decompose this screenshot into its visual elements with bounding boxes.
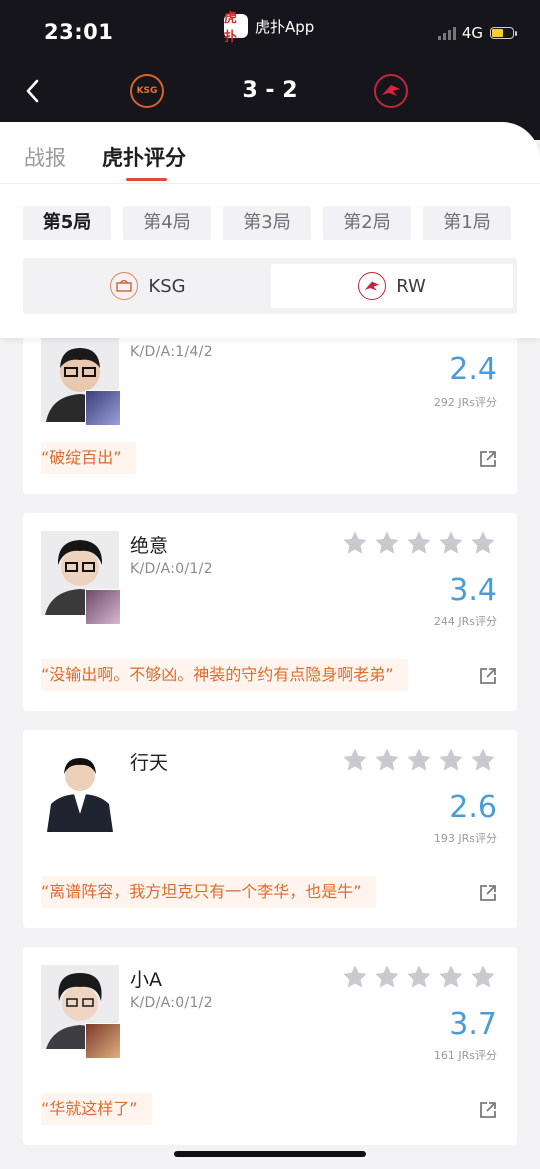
player-card[interactable]: 绝意 K/D/A:0/1/2 3.4 244 JRs评分 “没输出啊。不够凶。神…	[23, 513, 517, 711]
rw-logo-icon	[358, 272, 387, 300]
player-kda: K/D/A:1/4/2	[130, 344, 213, 360]
hero-icon	[85, 589, 121, 625]
match-header: 23:01 虎扑 虎扑App 4G KSG 3 - 2	[0, 0, 540, 140]
star-icon[interactable]	[405, 746, 433, 774]
star-icon[interactable]	[469, 746, 497, 774]
status-time: 23:01	[44, 20, 114, 44]
top-comment[interactable]: “没输出啊。不够凶。神装的守约有点隐身啊老弟”	[41, 659, 408, 691]
star-rating-input[interactable]	[341, 529, 497, 557]
app-logo: 虎扑	[224, 11, 248, 45]
star-icon[interactable]	[469, 529, 497, 557]
team-logo-right[interactable]	[374, 74, 408, 108]
share-icon[interactable]	[479, 667, 497, 685]
star-icon[interactable]	[437, 746, 465, 774]
share-icon[interactable]	[479, 450, 497, 468]
top-comment[interactable]: “华就这样了”	[41, 1093, 152, 1125]
star-icon[interactable]	[405, 963, 433, 991]
star-rating-input[interactable]	[341, 963, 497, 991]
team-button-rw[interactable]: RW	[271, 264, 513, 308]
round-tab-1[interactable]: 第1局	[423, 206, 511, 240]
top-comment[interactable]: “破绽百出”	[41, 442, 136, 474]
share-icon[interactable]	[479, 884, 497, 902]
home-indicator[interactable]	[174, 1151, 366, 1157]
team-logo-left[interactable]: KSG	[130, 74, 164, 108]
round-tab-2[interactable]: 第2局	[323, 206, 411, 240]
team-label-ksg: KSG	[148, 275, 186, 297]
player-name: 行天	[130, 752, 169, 774]
player-name: 小A	[130, 969, 162, 991]
round-selector: 第5局 第4局 第3局 第2局 第1局	[23, 206, 511, 240]
top-comment[interactable]: “离谱阵容，我方坦克只有一个李华，也是牛”	[41, 876, 376, 908]
star-icon[interactable]	[341, 746, 369, 774]
chevron-left-icon[interactable]	[24, 78, 40, 104]
rating-panel: 战报 虎扑评分 第5局 第4局 第3局 第2局 第1局 KSG RW	[0, 122, 540, 338]
player-rating: 3.7	[449, 1007, 497, 1042]
network-label: 4G	[461, 24, 483, 42]
tab-hupu-rating[interactable]: 虎扑评分	[102, 142, 186, 172]
divider	[0, 183, 540, 184]
status-app[interactable]: 虎扑 虎扑App	[224, 11, 315, 45]
team-button-ksg[interactable]: KSG	[27, 264, 269, 308]
status-indicators: 4G	[437, 24, 517, 42]
player-rating: 3.4	[449, 573, 497, 608]
player-name: 绝意	[130, 535, 169, 557]
hero-icon	[85, 1023, 121, 1059]
round-tab-5[interactable]: 第5局	[23, 206, 111, 240]
star-icon[interactable]	[373, 963, 401, 991]
rating-count: 161 JRs评分	[433, 1049, 497, 1062]
tab-match-report[interactable]: 战报	[24, 142, 66, 172]
player-kda: K/D/A:0/1/2	[130, 561, 213, 577]
match-score: 3 - 2	[242, 78, 298, 103]
player-card[interactable]: 小A K/D/A:0/1/2 3.7 161 JRs评分 “华就这样了”	[23, 947, 517, 1145]
team-switch: KSG RW	[23, 258, 517, 314]
battery-level	[492, 29, 503, 37]
star-icon[interactable]	[341, 963, 369, 991]
player-rating: 2.4	[449, 352, 497, 387]
signal-icon	[437, 26, 456, 40]
rw-logo-icon	[382, 85, 400, 96]
ksg-logo-icon	[110, 272, 139, 300]
star-icon[interactable]	[469, 963, 497, 991]
app-name: 虎扑App	[255, 17, 315, 36]
player-card[interactable]: 行天 2.6 193 JRs评分 “离谱阵容，我方坦克只有一个李华，也是牛”	[23, 730, 517, 928]
star-icon[interactable]	[341, 529, 369, 557]
rating-count: 193 JRs评分	[433, 832, 497, 845]
hero-icon	[85, 390, 121, 426]
round-tab-4[interactable]: 第4局	[123, 206, 211, 240]
team-label-rw: RW	[396, 275, 426, 297]
star-icon[interactable]	[437, 529, 465, 557]
player-rating: 2.6	[449, 790, 497, 825]
player-kda: K/D/A:0/1/2	[130, 995, 213, 1011]
star-rating-input[interactable]	[341, 746, 497, 774]
star-icon[interactable]	[373, 746, 401, 774]
star-icon[interactable]	[373, 529, 401, 557]
star-icon[interactable]	[405, 529, 433, 557]
star-icon[interactable]	[437, 963, 465, 991]
rating-count: 292 JRs评分	[433, 396, 497, 409]
share-icon[interactable]	[479, 1101, 497, 1119]
battery-icon	[490, 27, 517, 39]
tab-indicator	[126, 178, 167, 181]
rating-count: 244 JRs评分	[433, 615, 497, 628]
player-avatar	[41, 748, 119, 832]
round-tab-3[interactable]: 第3局	[223, 206, 311, 240]
